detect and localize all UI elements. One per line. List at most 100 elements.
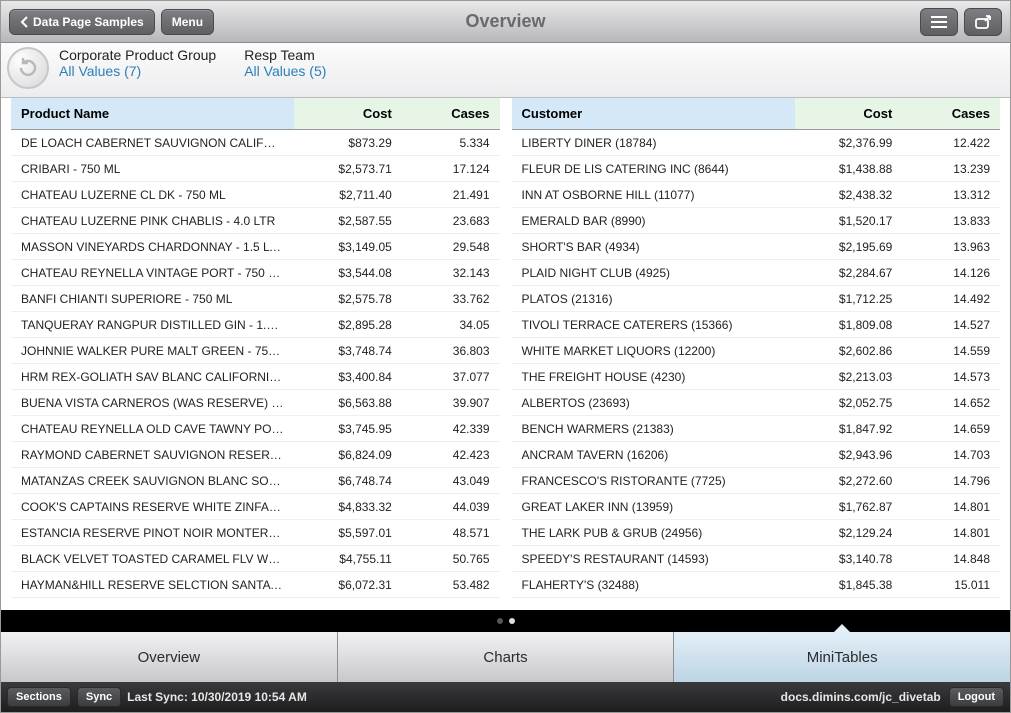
cell-cost: $4,755.11: [294, 546, 401, 572]
cell-cases: 32.143: [402, 260, 500, 286]
cell-cost: $3,748.74: [294, 338, 401, 364]
table-row[interactable]: SHORT'S BAR (4934)$2,195.6913.963: [512, 234, 1001, 260]
logout-button[interactable]: Logout: [949, 687, 1004, 707]
cell-cost: $2,052.75: [795, 390, 902, 416]
filter-product-group: Corporate Product Group All Values (7): [55, 47, 234, 79]
table-row[interactable]: THE LARK PUB & GRUB (24956)$2,129.2414.8…: [512, 520, 1001, 546]
table-row[interactable]: INN AT OSBORNE HILL (11077)$2,438.3213.3…: [512, 182, 1001, 208]
table-row[interactable]: BANFI CHIANTI SUPERIORE - 750 ML$2,575.7…: [11, 286, 500, 312]
cell-cost: $1,847.92: [795, 416, 902, 442]
table-row[interactable]: BENCH WARMERS (21383)$1,847.9214.659: [512, 416, 1001, 442]
cell-cases: 14.801: [902, 494, 1000, 520]
table-row[interactable]: CHATEAU REYNELLA VINTAGE PORT - 750 ML$3…: [11, 260, 500, 286]
col-product-name[interactable]: Product Name: [11, 98, 294, 130]
table-row[interactable]: BUENA VISTA CARNEROS (WAS RESERVE) - 7..…: [11, 390, 500, 416]
customer-table-wrap: Customer Cost Cases LIBERTY DINER (18784…: [512, 98, 1001, 610]
table-row[interactable]: DE LOACH CABERNET SAUVIGNON CALIFORNI...…: [11, 130, 500, 156]
sections-button[interactable]: Sections: [7, 687, 71, 707]
table-row[interactable]: THE FREIGHT HOUSE (4230)$2,213.0314.573: [512, 364, 1001, 390]
cell-customer: PLAID NIGHT CLUB (4925): [512, 260, 795, 286]
table-row[interactable]: FLAHERTY'S (32488)$1,845.3815.011: [512, 572, 1001, 598]
table-row[interactable]: SPEEDY'S RESTAURANT (14593)$3,140.7814.8…: [512, 546, 1001, 572]
product-table-wrap: Product Name Cost Cases DE LOACH CABERNE…: [11, 98, 500, 610]
list-button[interactable]: [920, 8, 958, 36]
table-row[interactable]: ALBERTOS (23693)$2,052.7514.652: [512, 390, 1001, 416]
table-row[interactable]: ESTANCIA RESERVE PINOT NOIR MONTEREY -..…: [11, 520, 500, 546]
cell-cost: $2,129.24: [795, 520, 902, 546]
table-row[interactable]: GREAT LAKER INN (13959)$1,762.8714.801: [512, 494, 1001, 520]
table-row[interactable]: FLEUR DE LIS CATERING INC (8644)$1,438.8…: [512, 156, 1001, 182]
table-row[interactable]: HAYMAN&HILL RESERVE SELCTION SANTA LUC..…: [11, 572, 500, 598]
cell-cases: 34.05: [402, 312, 500, 338]
table-row[interactable]: JOHNNIE WALKER PURE MALT GREEN - 750 ML$…: [11, 338, 500, 364]
table-row[interactable]: CRIBARI - 750 ML$2,573.7117.124: [11, 156, 500, 182]
tab-charts[interactable]: Charts: [338, 632, 675, 682]
cell-cost: $3,544.08: [294, 260, 401, 286]
cell-cases: 5.334: [402, 130, 500, 156]
product-table: Product Name Cost Cases DE LOACH CABERNE…: [11, 98, 500, 598]
col-cost[interactable]: Cost: [795, 98, 902, 130]
cell-customer: GREAT LAKER INN (13959): [512, 494, 795, 520]
table-row[interactable]: FRANCESCO'S RISTORANTE (7725)$2,272.6014…: [512, 468, 1001, 494]
cell-product-name: DE LOACH CABERNET SAUVIGNON CALIFORNI...: [11, 130, 294, 156]
cell-cases: 14.492: [902, 286, 1000, 312]
table-row[interactable]: MATANZAS CREEK SAUVIGNON BLANC SONO...$6…: [11, 468, 500, 494]
col-cases[interactable]: Cases: [902, 98, 1000, 130]
refresh-button[interactable]: [7, 47, 49, 89]
tab-minitables[interactable]: MiniTables: [674, 632, 1010, 682]
table-row[interactable]: CHATEAU LUZERNE PINK CHABLIS - 4.0 LTR$2…: [11, 208, 500, 234]
table-row[interactable]: PLAID NIGHT CLUB (4925)$2,284.6714.126: [512, 260, 1001, 286]
url-text: docs.dimins.com/jc_divetab: [781, 690, 941, 704]
cell-cases: 13.312: [902, 182, 1000, 208]
table-row[interactable]: HRM REX-GOLIATH SAV BLANC CALIFORNIA - .…: [11, 364, 500, 390]
table-row[interactable]: PLATOS (21316)$1,712.2514.492: [512, 286, 1001, 312]
cell-cost: $6,748.74: [294, 468, 401, 494]
cell-cases: 12.422: [902, 130, 1000, 156]
pager-dot-active[interactable]: [509, 618, 515, 624]
table-row[interactable]: ANCRAM TAVERN (16206)$2,943.9614.703: [512, 442, 1001, 468]
table-row[interactable]: CHATEAU REYNELLA OLD CAVE TAWNY PORT ...…: [11, 416, 500, 442]
cell-customer: THE FREIGHT HOUSE (4230): [512, 364, 795, 390]
table-row[interactable]: TIVOLI TERRACE CATERERS (15366)$1,809.08…: [512, 312, 1001, 338]
table-row[interactable]: BLACK VELVET TOASTED CARAMEL FLV WHISK..…: [11, 546, 500, 572]
cell-product-name: CHATEAU LUZERNE CL DK - 750 ML: [11, 182, 294, 208]
table-row[interactable]: LIBERTY DINER (18784)$2,376.9912.422: [512, 130, 1001, 156]
table-row[interactable]: MASSON VINEYARDS CHARDONNAY - 1.5 LTR$3,…: [11, 234, 500, 260]
table-row[interactable]: WHITE MARKET LIQUORS (12200)$2,602.8614.…: [512, 338, 1001, 364]
table-row[interactable]: TANQUERAY RANGPUR DISTILLED GIN - 1.75 L…: [11, 312, 500, 338]
cell-cost: $3,149.05: [294, 234, 401, 260]
cell-cases: 17.124: [402, 156, 500, 182]
col-customer[interactable]: Customer: [512, 98, 795, 130]
last-sync-text: Last Sync: 10/30/2019 10:54 AM: [127, 690, 307, 704]
table-row[interactable]: RAYMOND CABERNET SAUVIGNON RESERVE -...$…: [11, 442, 500, 468]
cell-cost: $1,845.38: [795, 572, 902, 598]
filter-value[interactable]: All Values (7): [59, 63, 216, 79]
cell-cases: 14.801: [902, 520, 1000, 546]
cell-cases: 14.652: [902, 390, 1000, 416]
table-row[interactable]: EMERALD BAR (8990)$1,520.1713.833: [512, 208, 1001, 234]
share-button[interactable]: [964, 8, 1002, 36]
menu-button[interactable]: Menu: [161, 9, 214, 35]
cell-customer: ANCRAM TAVERN (16206): [512, 442, 795, 468]
cell-cost: $2,711.40: [294, 182, 401, 208]
pager-dot[interactable]: [497, 618, 503, 624]
col-cost[interactable]: Cost: [294, 98, 401, 130]
refresh-icon: [15, 55, 41, 81]
cell-customer: EMERALD BAR (8990): [512, 208, 795, 234]
tab-overview[interactable]: Overview: [1, 632, 338, 682]
col-cases[interactable]: Cases: [402, 98, 500, 130]
cell-cost: $2,895.28: [294, 312, 401, 338]
cell-product-name: RAYMOND CABERNET SAUVIGNON RESERVE -...: [11, 442, 294, 468]
cell-cost: $1,712.25: [795, 286, 902, 312]
cell-cases: 53.482: [402, 572, 500, 598]
cell-cases: 13.963: [902, 234, 1000, 260]
table-row[interactable]: CHATEAU LUZERNE CL DK - 750 ML$2,711.402…: [11, 182, 500, 208]
top-toolbar: Data Page Samples Menu Overview: [1, 1, 1010, 43]
cell-cases: 33.762: [402, 286, 500, 312]
filter-value[interactable]: All Values (5): [244, 63, 326, 79]
chevron-left-icon: [20, 16, 29, 28]
table-row[interactable]: COOK'S CAPTAINS RESERVE WHITE ZINFANDEL …: [11, 494, 500, 520]
sync-button[interactable]: Sync: [77, 687, 121, 707]
filter-label: Corporate Product Group: [59, 47, 216, 63]
back-button[interactable]: Data Page Samples: [9, 9, 155, 35]
